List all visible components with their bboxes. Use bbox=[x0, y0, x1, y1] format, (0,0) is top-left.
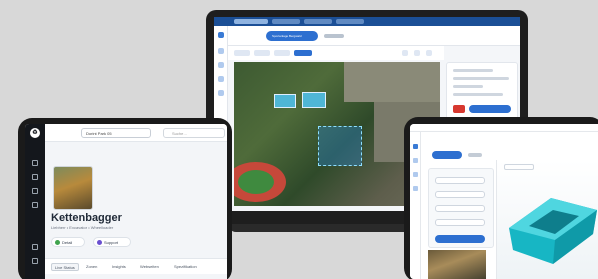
app-sidebar: ♻ bbox=[25, 124, 45, 279]
status-dot bbox=[55, 240, 60, 245]
browser-tab[interactable] bbox=[272, 19, 300, 24]
tab-zonen[interactable]: Zonen bbox=[83, 263, 100, 271]
input-field[interactable] bbox=[435, 205, 485, 212]
breadcrumb-bar: Sportanlage Bergwald bbox=[228, 26, 520, 46]
browser-tab[interactable] bbox=[336, 19, 364, 24]
delete-button[interactable] bbox=[453, 105, 465, 113]
search-input[interactable]: Suche… bbox=[163, 128, 225, 138]
apply-button[interactable] bbox=[469, 105, 511, 113]
browser-bar bbox=[410, 124, 598, 132]
settings-panel bbox=[428, 168, 494, 248]
status-dot bbox=[97, 240, 102, 245]
pill-label: Detail bbox=[62, 240, 73, 245]
home-icon[interactable] bbox=[32, 160, 38, 166]
project-chip[interactable]: Sportanlage Bergwald bbox=[266, 31, 318, 41]
input-field[interactable] bbox=[435, 191, 485, 198]
fullscreen-icon[interactable] bbox=[426, 50, 432, 56]
map-toolbar bbox=[228, 46, 444, 60]
cube-icon[interactable] bbox=[413, 172, 418, 177]
page-subtitle: Liebherr • Excavator • Wheelloader bbox=[51, 225, 114, 230]
tablet-right-screen bbox=[410, 124, 598, 279]
input-field[interactable] bbox=[435, 177, 485, 184]
zoom-icon[interactable] bbox=[402, 50, 408, 56]
breadcrumb[interactable] bbox=[324, 34, 344, 38]
site-select[interactable]: Dorint Park 05 bbox=[81, 128, 151, 138]
layers-icon[interactable] bbox=[218, 48, 224, 54]
panel-line bbox=[453, 93, 503, 96]
user-icon[interactable] bbox=[32, 258, 38, 264]
site-photo bbox=[428, 250, 486, 279]
home-icon[interactable] bbox=[413, 144, 418, 149]
toolbar-button[interactable] bbox=[254, 50, 270, 56]
chart-icon[interactable] bbox=[218, 76, 224, 82]
panel-line bbox=[453, 69, 493, 72]
browser-tab[interactable] bbox=[234, 19, 268, 24]
confirm-button[interactable] bbox=[435, 235, 485, 243]
home-icon[interactable] bbox=[218, 32, 224, 38]
view-toggle[interactable] bbox=[504, 164, 534, 170]
app-logo[interactable]: ♻ bbox=[30, 128, 40, 138]
machine-photo bbox=[53, 166, 93, 210]
map-selection-area[interactable] bbox=[318, 126, 362, 166]
browser-tab[interactable] bbox=[304, 19, 332, 24]
grid-icon[interactable] bbox=[32, 174, 38, 180]
tab-bar: Live Status Zonen Insights Webseiten Spe… bbox=[45, 258, 227, 274]
layers-icon[interactable] bbox=[414, 50, 420, 56]
list-icon[interactable] bbox=[32, 188, 38, 194]
input-field[interactable] bbox=[435, 219, 485, 226]
app-sidebar bbox=[410, 132, 421, 279]
settings-icon[interactable] bbox=[413, 186, 418, 191]
tab-spezifikation[interactable]: Spezifikation bbox=[171, 263, 200, 271]
pill-label: Support bbox=[104, 240, 119, 245]
settings-icon[interactable] bbox=[32, 244, 38, 250]
tab-live-status[interactable]: Live Status bbox=[51, 263, 79, 271]
tab-insights[interactable]: Insights bbox=[109, 263, 129, 271]
map-icon[interactable] bbox=[32, 202, 38, 208]
detail-button[interactable]: Detail bbox=[51, 237, 85, 247]
breadcrumb[interactable] bbox=[468, 153, 482, 157]
panel-line bbox=[453, 77, 509, 80]
toolbar-button[interactable] bbox=[234, 50, 250, 56]
tab-webseiten[interactable]: Webseiten bbox=[137, 263, 162, 271]
toolbar-button-active[interactable] bbox=[294, 50, 312, 56]
map-sports-field bbox=[238, 170, 274, 194]
layers-icon[interactable] bbox=[413, 158, 418, 163]
pin-icon[interactable] bbox=[218, 62, 224, 68]
3d-model-graphic bbox=[509, 198, 597, 264]
settings-icon[interactable] bbox=[218, 90, 224, 96]
toolbar-button[interactable] bbox=[274, 50, 290, 56]
map-pool bbox=[274, 94, 296, 108]
support-button[interactable]: Support bbox=[93, 237, 131, 247]
panel-line bbox=[453, 85, 483, 88]
browser-tab-bar bbox=[214, 17, 520, 26]
details-panel bbox=[446, 62, 518, 124]
tablet-left-screen: ♻ Dorint Park 05 Suche… Kettenbagger Lie… bbox=[25, 124, 227, 279]
app-header: Dorint Park 05 Suche… bbox=[45, 124, 227, 142]
project-chip[interactable] bbox=[432, 151, 462, 159]
map-pool bbox=[302, 92, 326, 108]
map-urban-area bbox=[344, 62, 440, 102]
3d-model-viewer[interactable] bbox=[496, 160, 598, 279]
page-title: Kettenbagger bbox=[51, 212, 122, 224]
